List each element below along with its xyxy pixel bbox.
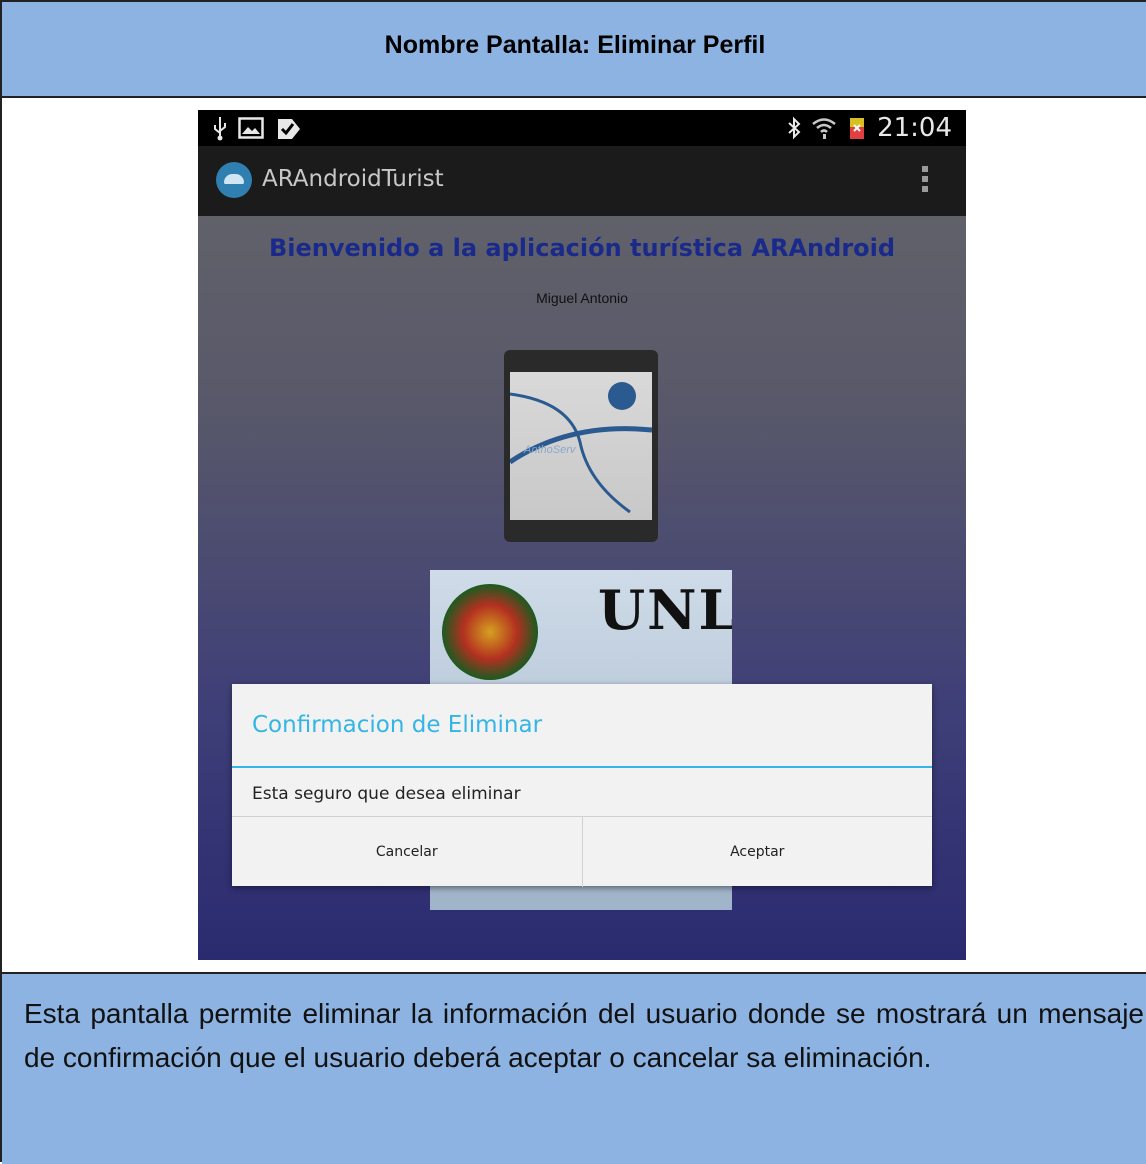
usb-icon bbox=[214, 117, 226, 141]
university-seal-icon bbox=[442, 584, 538, 680]
username-label: Miguel Antonio bbox=[536, 290, 628, 306]
banner-text: UNL bbox=[598, 578, 732, 642]
check-icon bbox=[278, 119, 300, 139]
battery-icon bbox=[850, 118, 865, 139]
header-cell: Nombre Pantalla: Eliminar Perfil bbox=[2, 2, 1146, 98]
dialog-title: Confirmacion de Eliminar bbox=[252, 712, 543, 738]
profile-image: AnthoServ bbox=[504, 350, 658, 542]
dialog-divider bbox=[232, 766, 932, 768]
status-clock: 21:04 bbox=[877, 113, 952, 143]
wifi-icon bbox=[812, 118, 836, 139]
overflow-menu-icon[interactable] bbox=[922, 166, 930, 196]
app-icon[interactable] bbox=[216, 162, 252, 198]
description-text: Esta pantalla permite eliminar la inform… bbox=[24, 998, 1144, 1073]
status-bar: 21:04 bbox=[198, 110, 966, 146]
dialog-button-row: Cancelar Aceptar bbox=[232, 816, 932, 887]
bluetooth-icon bbox=[788, 116, 801, 140]
profile-logo-text: AnthoServ bbox=[524, 444, 576, 456]
app-title: ARAndroidTurist bbox=[262, 166, 444, 192]
action-bar: ARAndroidTurist bbox=[198, 146, 966, 216]
cancel-button[interactable]: Cancelar bbox=[232, 817, 582, 887]
accept-button[interactable]: Aceptar bbox=[581, 817, 933, 887]
dialog-message: Esta seguro que desea eliminar bbox=[252, 784, 521, 804]
description-cell: Esta pantalla permite eliminar la inform… bbox=[2, 974, 1146, 1164]
screen-name-title: Nombre Pantalla: Eliminar Perfil bbox=[384, 30, 766, 59]
image-icon bbox=[238, 117, 264, 139]
welcome-heading: Bienvenido a la aplicación turística ARA… bbox=[268, 234, 896, 262]
confirm-delete-dialog: Confirmacion de Eliminar Esta seguro que… bbox=[232, 684, 932, 887]
phone-screenshot: 21:04 ARAndroidTurist Bienvenido a la ap… bbox=[198, 110, 966, 960]
